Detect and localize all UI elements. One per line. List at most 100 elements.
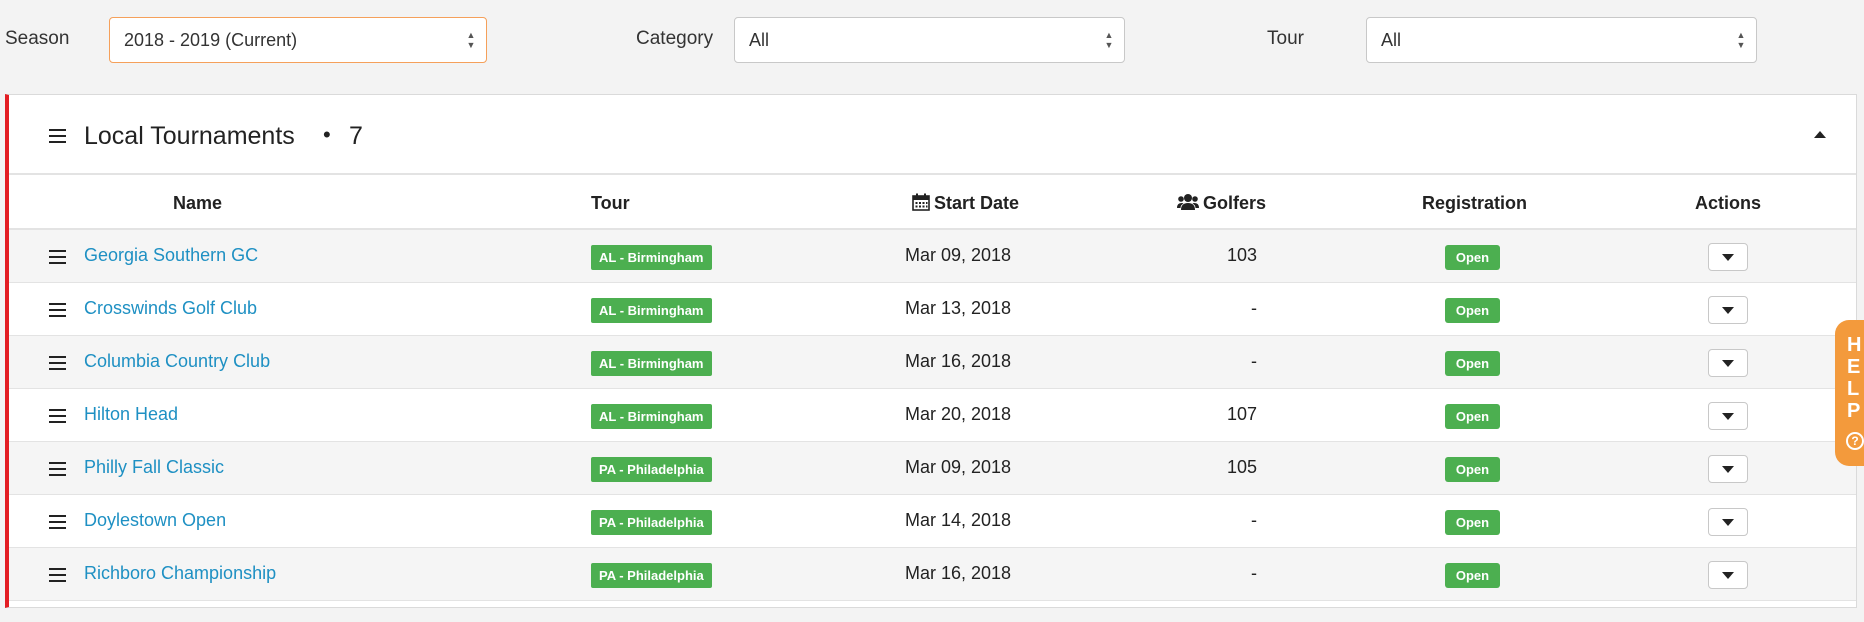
season-select[interactable]: 2018 - 2019 (Current) ▲ ▼ (109, 17, 487, 63)
column-header-start-date[interactable]: Start Date (912, 193, 1019, 214)
actions-dropdown-button[interactable] (1708, 349, 1748, 377)
calendar-icon (912, 193, 930, 211)
drag-handle-icon[interactable] (49, 250, 66, 264)
golfer-count: - (1251, 351, 1257, 371)
table-row: Hilton Head AL - Birmingham Mar 20, 2018… (9, 389, 1856, 442)
actions-dropdown-button[interactable] (1708, 508, 1748, 536)
tournament-name-link[interactable]: Crosswinds Golf Club (84, 298, 257, 319)
table-row: Crosswinds Golf Club AL - Birmingham Mar… (9, 283, 1856, 336)
drag-handle-icon[interactable] (49, 515, 66, 529)
help-tab[interactable]: H E L P ? (1835, 320, 1864, 466)
drag-handle-icon[interactable] (49, 462, 66, 476)
tournament-name-link[interactable]: Hilton Head (84, 404, 178, 425)
start-date: Mar 20, 2018 (905, 404, 1012, 424)
table-row: Georgia Southern GC AL - Birmingham Mar … (9, 230, 1856, 283)
filter-bar: Season 2018 - 2019 (Current) ▲ ▼ Category… (0, 0, 1864, 90)
tournament-name-link[interactable]: Richboro Championship (84, 563, 276, 584)
golfer-count: - (1251, 563, 1257, 583)
tournament-name-link[interactable]: Columbia Country Club (84, 351, 270, 372)
start-date: Mar 09, 2018 (905, 245, 1012, 265)
table-row: Doylestown Open PA - Philadelphia Mar 14… (9, 495, 1856, 548)
column-header-name[interactable]: Name (173, 193, 222, 214)
column-header-registration[interactable]: Registration (1422, 193, 1527, 214)
table-header: Name Tour Start Date Golfers Registratio… (9, 177, 1856, 230)
caret-down-icon (1722, 572, 1734, 579)
tournament-name-link[interactable]: Georgia Southern GC (84, 245, 258, 266)
caret-down-icon (1722, 466, 1734, 473)
table-row: Philly Fall Classic PA - Philadelphia Ma… (9, 442, 1856, 495)
table-row: Richboro Championship PA - Philadelphia … (9, 548, 1856, 601)
tour-badge: AL - Birmingham (591, 404, 712, 429)
tournament-name-link[interactable]: Philly Fall Classic (84, 457, 224, 478)
column-header-golfers-label: Golfers (1203, 193, 1267, 213)
panel-title-separator: • (323, 122, 331, 147)
golfer-count: 105 (1226, 457, 1257, 477)
actions-dropdown-button[interactable] (1708, 243, 1748, 271)
collapse-caret-icon[interactable] (1814, 131, 1826, 138)
users-icon (1177, 194, 1199, 210)
caret-down-icon (1722, 360, 1734, 367)
registration-status-badge: Open (1445, 351, 1500, 376)
start-date: Mar 09, 2018 (905, 457, 1012, 477)
tour-badge: PA - Philadelphia (591, 510, 712, 535)
table-row: Columbia Country Club AL - Birmingham Ma… (9, 336, 1856, 389)
actions-dropdown-button[interactable] (1708, 561, 1748, 589)
tour-badge: PA - Philadelphia (591, 457, 712, 482)
tour-badge: AL - Birmingham (591, 245, 712, 270)
column-header-golfers[interactable]: Golfers (1177, 193, 1266, 214)
hamburger-menu-icon[interactable] (49, 129, 66, 143)
caret-down-icon (1722, 413, 1734, 420)
tour-badge: AL - Birmingham (591, 298, 712, 323)
select-arrows-icon: ▲ ▼ (466, 30, 476, 50)
tournament-name-link[interactable]: Doylestown Open (84, 510, 226, 531)
drag-handle-icon[interactable] (49, 568, 66, 582)
category-select[interactable]: All ▲ ▼ (734, 17, 1125, 63)
tour-badge: AL - Birmingham (591, 351, 712, 376)
actions-dropdown-button[interactable] (1708, 296, 1748, 324)
select-arrows-icon: ▲ ▼ (1736, 30, 1746, 50)
help-letter: H (1847, 334, 1862, 356)
panel-header: Local Tournaments • 7 (9, 95, 1856, 175)
panel-title: Local Tournaments (84, 122, 295, 150)
category-label: Category (636, 28, 714, 49)
registration-status-badge: Open (1445, 245, 1500, 270)
registration-status-badge: Open (1445, 457, 1500, 482)
actions-dropdown-button[interactable] (1708, 402, 1748, 430)
season-label: Season (5, 28, 70, 49)
drag-handle-icon[interactable] (49, 303, 66, 317)
caret-down-icon (1722, 307, 1734, 314)
caret-down-icon (1722, 519, 1734, 526)
panel-count: 7 (349, 122, 363, 150)
tour-label: Tour (1267, 28, 1304, 49)
category-select-value: All (749, 30, 770, 50)
select-arrows-icon: ▲ ▼ (1104, 30, 1114, 50)
column-header-start-date-label: Start Date (934, 193, 1020, 213)
tour-badge: PA - Philadelphia (591, 563, 712, 588)
registration-status-badge: Open (1445, 404, 1500, 429)
golfer-count: - (1251, 298, 1257, 318)
start-date: Mar 14, 2018 (905, 510, 1012, 530)
drag-handle-icon[interactable] (49, 356, 66, 370)
registration-status-badge: Open (1445, 510, 1500, 535)
help-letter: P (1847, 400, 1861, 422)
start-date: Mar 16, 2018 (905, 351, 1012, 371)
registration-status-badge: Open (1445, 298, 1500, 323)
start-date: Mar 13, 2018 (905, 298, 1012, 318)
local-tournaments-panel: Local Tournaments • 7 Name Tour Start Da… (5, 94, 1857, 608)
registration-status-badge: Open (1445, 563, 1500, 588)
question-circle-icon: ? (1846, 432, 1864, 450)
golfer-count: - (1251, 510, 1257, 530)
help-letter: E (1847, 356, 1861, 378)
season-select-value: 2018 - 2019 (Current) (124, 30, 298, 50)
actions-dropdown-button[interactable] (1708, 455, 1748, 483)
caret-down-icon (1722, 254, 1734, 261)
column-header-tour[interactable]: Tour (591, 193, 630, 214)
help-letter: L (1847, 378, 1860, 400)
golfer-count: 103 (1226, 245, 1257, 265)
golfer-count: 107 (1226, 404, 1257, 424)
tour-select-value: All (1381, 30, 1402, 50)
column-header-actions: Actions (1695, 193, 1762, 213)
tour-select[interactable]: All ▲ ▼ (1366, 17, 1757, 63)
start-date: Mar 16, 2018 (905, 563, 1012, 583)
drag-handle-icon[interactable] (49, 409, 66, 423)
